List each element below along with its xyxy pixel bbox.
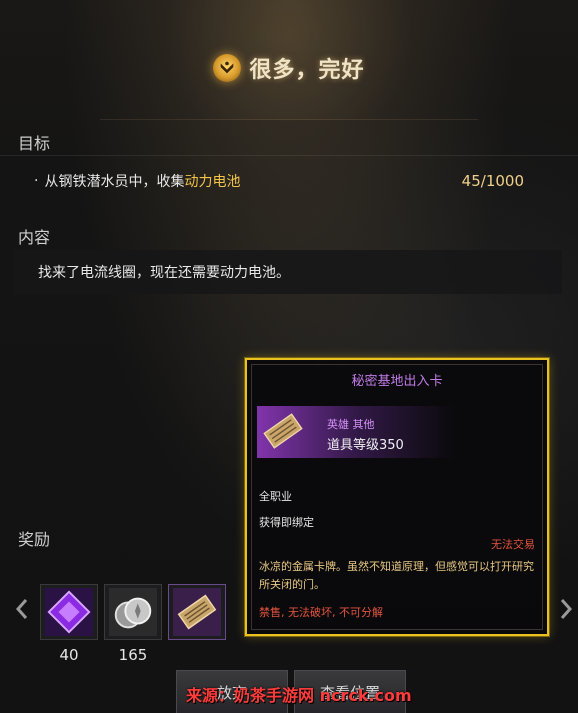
rewards-prev-arrow[interactable] xyxy=(14,598,30,620)
tooltip-bind: 获得即绑定 xyxy=(259,516,314,529)
reward-count-coins: 165 xyxy=(118,646,148,664)
access-card-icon xyxy=(173,588,221,636)
content-text: 找来了电流线圈，现在还需要动力电池。 xyxy=(38,265,290,281)
objective-row: · 从钢铁潜水员中，收集 动力电池 45/1000 xyxy=(34,170,554,192)
item-tooltip: 秘密基地出入卡 英雄 其他 道具等级350 全职业 获得即绑定 无法交易 冰凉的… xyxy=(245,358,549,636)
tooltip-item-level: 道具等级350 xyxy=(327,438,404,453)
silver-coins-icon xyxy=(109,588,157,636)
quest-header: 很多，完好 xyxy=(0,46,578,90)
tooltip-untradeable: 无法交易 xyxy=(491,538,535,551)
quest-title: 很多，完好 xyxy=(249,58,365,83)
objective-divider xyxy=(0,155,578,156)
objective-label: 目标 xyxy=(18,134,51,153)
tooltip-title: 秘密基地出入卡 xyxy=(351,374,443,389)
quest-emblem-icon xyxy=(213,54,242,82)
reward-slot-crystal[interactable] xyxy=(40,584,98,640)
rewards-next-arrow[interactable] xyxy=(558,598,574,620)
tooltip-grade: 英雄 其他 xyxy=(327,418,375,431)
content-label: 内容 xyxy=(18,228,51,247)
watermark: 来源：奶茶手游网 ncrck.com xyxy=(186,686,412,705)
purple-crystal-icon xyxy=(45,588,93,636)
tooltip-restrictions: 禁售, 无法破坏, 不可分解 xyxy=(259,606,383,619)
objective-item-name: 动力电池 xyxy=(184,174,241,190)
objective-text: 从钢铁潜水员中，收集 xyxy=(44,174,185,190)
objective-bullet: · xyxy=(34,173,39,189)
reward-count-crystal: 40 xyxy=(59,646,79,664)
rewards-label: 奖励 xyxy=(18,530,51,549)
access-card-icon xyxy=(263,413,303,449)
tooltip-description: 冰凉的金属卡牌。虽然不知道原理，但感觉可以打开研究所关闭的门。 xyxy=(259,560,534,591)
reward-slot-coins[interactable] xyxy=(104,584,162,640)
tooltip-class: 全职业 xyxy=(259,490,292,503)
objective-progress: 45/1000 xyxy=(461,172,524,190)
reward-slot-card[interactable] xyxy=(168,584,226,640)
